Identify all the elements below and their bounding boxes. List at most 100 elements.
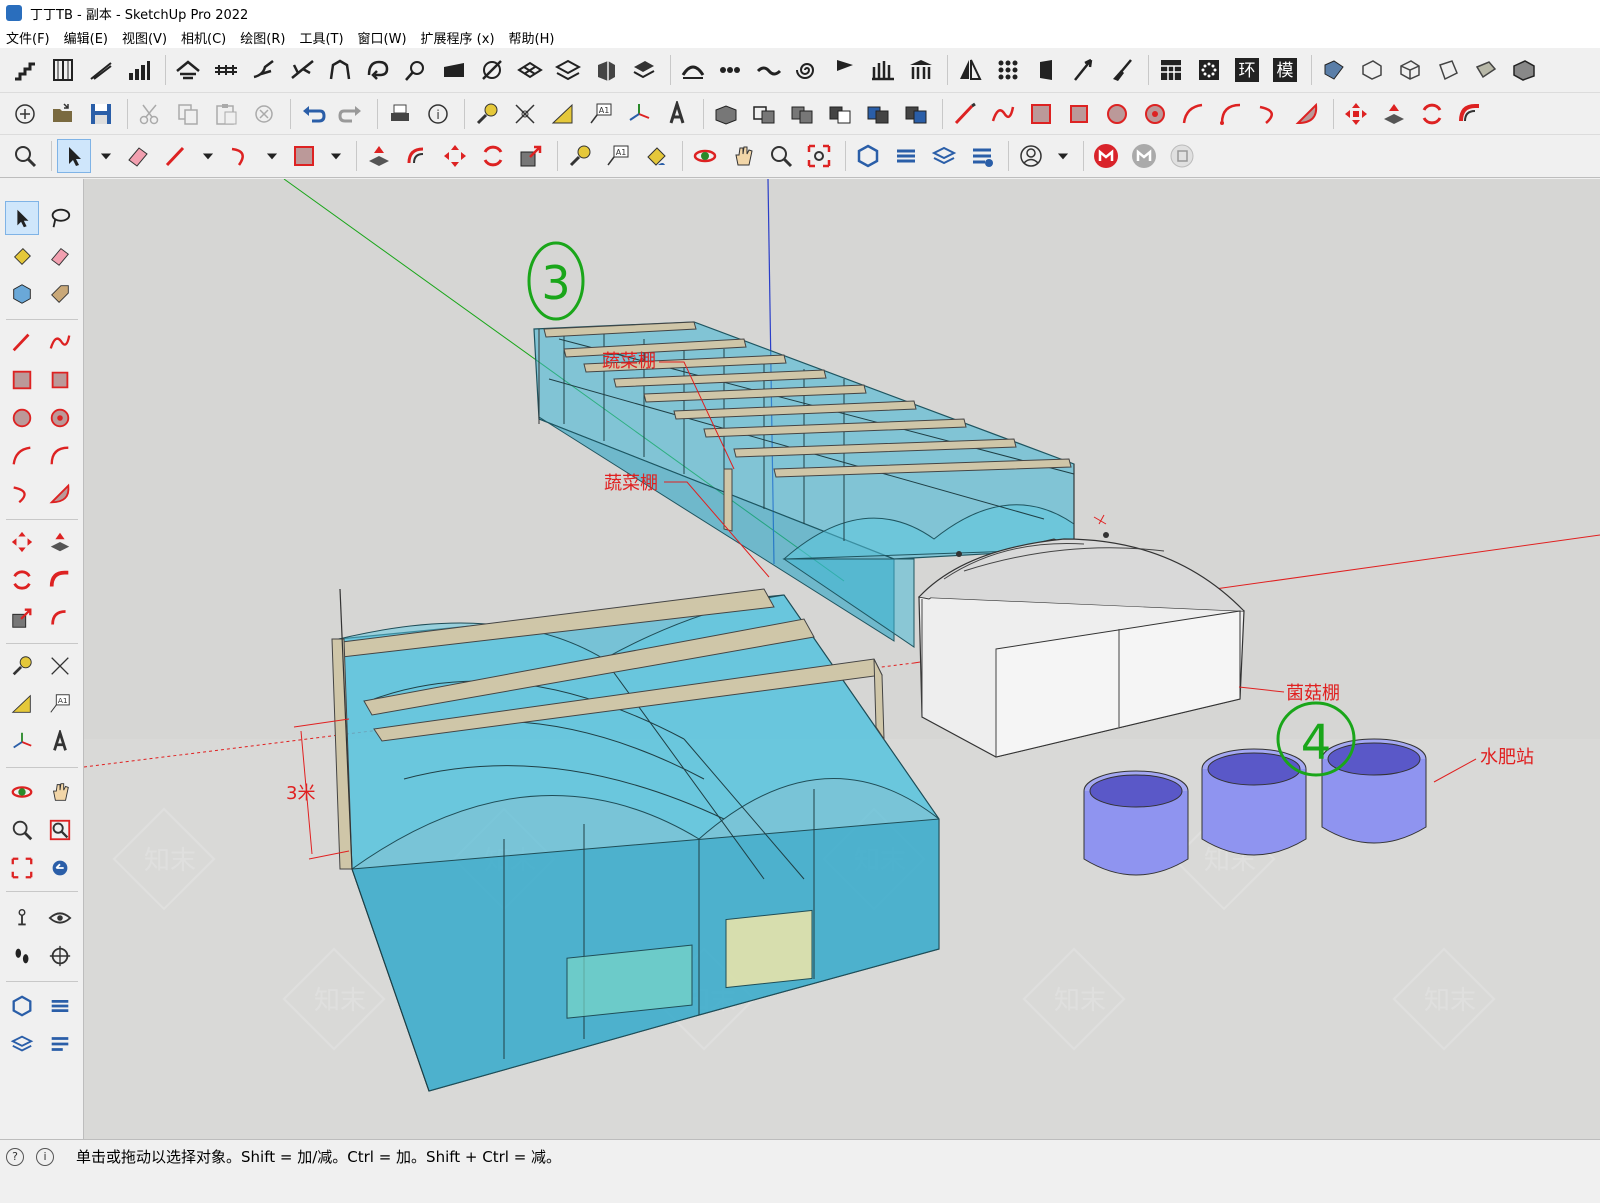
arch-frame-icon[interactable] xyxy=(323,53,357,87)
three-point-arc-icon[interactable] xyxy=(1252,97,1286,131)
pencil-icon[interactable] xyxy=(159,139,193,173)
extension-manager-icon[interactable] xyxy=(965,139,999,173)
undo-icon[interactable] xyxy=(296,97,330,131)
pan-hand-icon[interactable] xyxy=(726,139,760,173)
tape-measure-icon[interactable] xyxy=(470,97,504,131)
chevron-down-icon[interactable] xyxy=(197,139,219,173)
3d-text-icon[interactable] xyxy=(660,97,694,131)
offset-tool-icon[interactable] xyxy=(43,601,77,635)
hand-stairs-icon[interactable] xyxy=(866,53,900,87)
rotate-icon[interactable] xyxy=(1415,97,1449,131)
model-info-icon[interactable]: i xyxy=(421,97,455,131)
subtract-icon[interactable] xyxy=(823,97,857,131)
freehand-icon[interactable] xyxy=(986,97,1020,131)
credits-info-icon[interactable]: i xyxy=(36,1147,54,1166)
chevron-down-icon[interactable] xyxy=(95,139,117,173)
arc-tool-icon[interactable] xyxy=(223,139,257,173)
cut-icon[interactable] xyxy=(133,97,167,131)
node-tool-icon[interactable] xyxy=(399,53,433,87)
extension-warehouse-tool-icon[interactable] xyxy=(43,989,77,1023)
paste-icon[interactable] xyxy=(209,97,243,131)
extrude-box-icon[interactable] xyxy=(589,53,623,87)
mushroom-shed[interactable] xyxy=(917,532,1245,758)
curl-arrow-icon[interactable] xyxy=(361,53,395,87)
3d-warehouse-icon[interactable] xyxy=(851,139,885,173)
paint-bucket-icon[interactable] xyxy=(639,139,673,173)
text-label-icon[interactable]: A1 xyxy=(601,139,635,173)
zoom-tool-left-icon[interactable] xyxy=(5,813,39,847)
warehouse-tool-icon[interactable] xyxy=(5,989,39,1023)
back-view-icon[interactable] xyxy=(1469,53,1503,87)
eraser-icon[interactable] xyxy=(121,139,155,173)
top-view-icon[interactable] xyxy=(1355,53,1389,87)
menu-view[interactable]: 视图(V) xyxy=(122,28,167,47)
rotate-copy-icon[interactable] xyxy=(475,53,509,87)
zoom-extents-tool-icon[interactable] xyxy=(5,851,39,885)
zoom-icon[interactable] xyxy=(8,139,42,173)
follow-me-tool-icon[interactable] xyxy=(43,563,77,597)
ramp-icon[interactable] xyxy=(84,53,118,87)
line-tool-icon[interactable] xyxy=(5,325,39,359)
select-tool-icon[interactable] xyxy=(5,201,39,235)
axes-tool-icon[interactable] xyxy=(5,725,39,759)
text-tool-left-icon[interactable]: A1 xyxy=(43,687,77,721)
union-icon[interactable] xyxy=(785,97,819,131)
stairs-plugin-icon[interactable] xyxy=(8,53,42,87)
flag-icon[interactable] xyxy=(828,53,862,87)
broom-icon[interactable] xyxy=(1105,53,1139,87)
tape-measure-tool-icon[interactable] xyxy=(5,649,39,683)
circle-tool-icon[interactable] xyxy=(5,401,39,435)
zoom-extents-icon[interactable] xyxy=(802,139,836,173)
look-around-eye-icon[interactable] xyxy=(43,901,77,935)
push-pull-tool-left-icon[interactable] xyxy=(43,525,77,559)
polygon-tool-icon[interactable] xyxy=(43,401,77,435)
front-view-icon[interactable] xyxy=(1393,53,1427,87)
layout-tool-icon[interactable] xyxy=(5,1027,39,1061)
text-tool-icon[interactable]: A1 xyxy=(584,97,618,131)
3d-text-tool-icon[interactable] xyxy=(43,725,77,759)
position-camera-icon[interactable] xyxy=(5,901,39,935)
m-plugin-icon[interactable] xyxy=(1089,139,1123,173)
menu-draw[interactable]: 绘图(R) xyxy=(240,28,285,47)
polygon-icon[interactable] xyxy=(1138,97,1172,131)
tape-tool-icon[interactable] xyxy=(563,139,597,173)
offset-icon[interactable] xyxy=(400,139,434,173)
scale-icon[interactable] xyxy=(514,139,548,173)
save-icon[interactable] xyxy=(84,97,118,131)
window-frame-icon[interactable] xyxy=(46,53,80,87)
rotated-rect-tool-icon[interactable] xyxy=(43,363,77,397)
zoom-window-icon[interactable] xyxy=(43,813,77,847)
mo-plugin-icon[interactable]: 模 xyxy=(1268,53,1302,87)
paint-tool-icon[interactable] xyxy=(5,239,39,273)
eraser-tool-icon[interactable] xyxy=(43,239,77,273)
rectangle-icon[interactable] xyxy=(1024,97,1058,131)
right-view-icon[interactable] xyxy=(1431,53,1465,87)
scale-tool-icon[interactable] xyxy=(5,601,39,635)
menu-help[interactable]: 帮助(H) xyxy=(509,28,555,47)
pan-tool-icon[interactable] xyxy=(43,775,77,809)
push-pull-tool-icon[interactable] xyxy=(362,139,396,173)
two-point-arc-tool-icon[interactable] xyxy=(43,439,77,473)
m-plugin-grey-icon[interactable] xyxy=(1127,139,1161,173)
protractor-icon[interactable] xyxy=(546,97,580,131)
copy-icon[interactable] xyxy=(171,97,205,131)
freehand-tool-icon[interactable] xyxy=(43,325,77,359)
new-file-icon[interactable] xyxy=(8,97,42,131)
rotate-tool-left-icon[interactable] xyxy=(5,563,39,597)
select-arrow-icon[interactable] xyxy=(57,139,91,173)
layer-stack-icon[interactable] xyxy=(627,53,661,87)
rectangle-tool-icon[interactable] xyxy=(5,363,39,397)
arc-tool-left-icon[interactable] xyxy=(5,439,39,473)
dimension-tool-icon[interactable] xyxy=(43,649,77,683)
zoom-tool-icon[interactable] xyxy=(764,139,798,173)
iso-view-icon[interactable] xyxy=(1317,53,1351,87)
menu-camera[interactable]: 相机(C) xyxy=(181,28,226,47)
3d-viewport[interactable]: 知末 知末 知末 知末 知末 知末 知末 知末 xyxy=(84,179,1600,1139)
branch-curve-icon[interactable] xyxy=(247,53,281,87)
dimension-icon[interactable] xyxy=(508,97,542,131)
pie-icon[interactable] xyxy=(1290,97,1324,131)
lasso-select-icon[interactable] xyxy=(43,201,77,235)
chevron-down-icon[interactable] xyxy=(325,139,347,173)
mirror-icon[interactable] xyxy=(953,53,987,87)
follow-me-icon[interactable] xyxy=(1453,97,1487,131)
